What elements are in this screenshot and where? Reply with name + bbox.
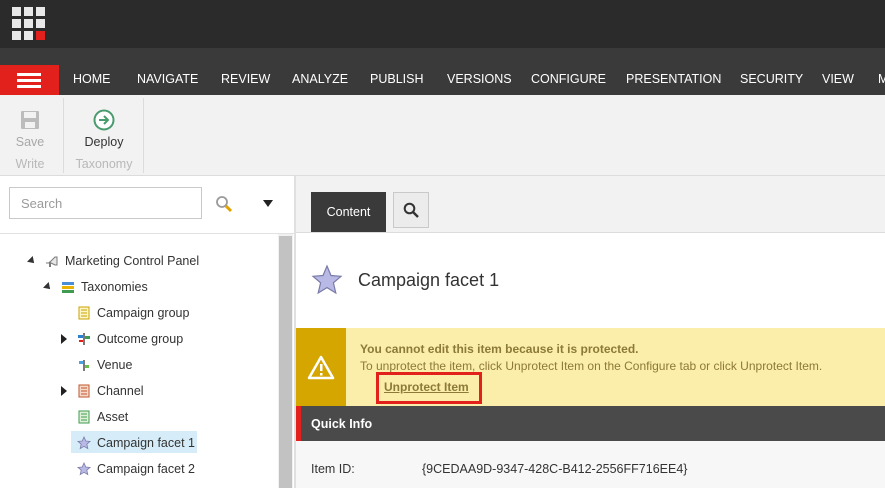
divider — [0, 233, 295, 234]
chevron-down-icon[interactable] — [263, 200, 273, 207]
save-label: Save — [15, 135, 45, 149]
search-icon[interactable] — [215, 195, 233, 213]
tree-item[interactable]: Asset — [77, 406, 227, 428]
tree-item[interactable]: Marketing Control Panel — [45, 250, 235, 272]
channel-book-icon — [78, 384, 90, 398]
arrow-right-circle-icon — [93, 109, 115, 131]
toolbar-divider — [143, 98, 144, 173]
deploy-label: Deploy — [84, 135, 124, 149]
save-icon — [21, 111, 39, 129]
tree-item[interactable]: Taxonomies — [61, 276, 211, 298]
scrollbar-thumb[interactable] — [279, 236, 292, 488]
warning-title: You cannot edit this item because it is … — [360, 342, 639, 356]
star-icon — [77, 462, 91, 476]
expand-arrow-icon[interactable] — [61, 334, 67, 344]
search-input[interactable] — [9, 187, 202, 219]
save-button[interactable]: Save — [12, 108, 48, 152]
tab-view[interactable]: VIEW — [822, 72, 854, 86]
tab-review[interactable]: REVIEW — [221, 72, 270, 86]
venue-icon — [79, 360, 89, 371]
star-icon — [311, 264, 343, 295]
tree-item-selected[interactable]: Campaign facet 1 — [77, 432, 197, 454]
taxonomy-group-label: Taxonomy — [75, 157, 133, 171]
app-launcher-icon[interactable] — [12, 7, 45, 40]
warning-body: To unprotect the item, click Unprotect I… — [360, 359, 823, 373]
expand-arrow-icon[interactable] — [61, 386, 67, 396]
tab-configure[interactable]: CONFIGURE — [531, 72, 606, 86]
tab-versions[interactable]: VERSIONS — [447, 72, 512, 86]
tab-home[interactable]: HOME — [73, 72, 111, 86]
tree-item[interactable]: Channel — [77, 380, 227, 402]
signpost-icon — [78, 333, 90, 345]
quick-info-title: Quick Info — [311, 417, 373, 431]
search-tab-button[interactable] — [393, 192, 429, 228]
item-id-label: Item ID: — [311, 462, 355, 476]
menu-icon[interactable] — [0, 65, 59, 95]
deploy-button[interactable]: Deploy — [78, 108, 130, 152]
books-icon — [62, 282, 74, 293]
tab-analyze[interactable]: ANALYZE — [292, 72, 348, 86]
top-bar — [0, 0, 885, 48]
control-panel-icon — [46, 256, 58, 267]
quick-info-header[interactable] — [296, 406, 885, 441]
document-yellow-icon — [78, 306, 90, 320]
tab-navigate[interactable]: NAVIGATE — [137, 72, 198, 86]
tree-item[interactable]: Venue — [77, 354, 227, 376]
write-group-label: Write — [15, 157, 45, 171]
search-icon — [403, 202, 419, 218]
tree-item[interactable]: Campaign group — [77, 302, 227, 324]
tab-security[interactable]: SECURITY — [740, 72, 803, 86]
item-title: Campaign facet 1 — [358, 270, 500, 290]
star-icon — [77, 436, 91, 450]
warning-icon — [296, 328, 346, 406]
document-green-icon — [78, 410, 90, 424]
tab-presentation[interactable]: PRESENTATION — [626, 72, 721, 86]
tree-item[interactable]: Campaign facet 2 — [77, 458, 227, 480]
tab-publish[interactable]: PUBLISH — [370, 72, 424, 86]
section-accent — [296, 406, 301, 441]
unprotect-item-link[interactable]: Unprotect Item — [384, 380, 469, 394]
tree-item[interactable]: Outcome group — [77, 328, 227, 350]
tab-more[interactable]: M — [878, 72, 885, 86]
item-id-value: {9CEDAA9D-9347-428C-B412-2556FF716EE4} — [422, 462, 688, 476]
toolbar-divider — [63, 98, 64, 173]
tab-content[interactable]: Content — [311, 192, 386, 232]
